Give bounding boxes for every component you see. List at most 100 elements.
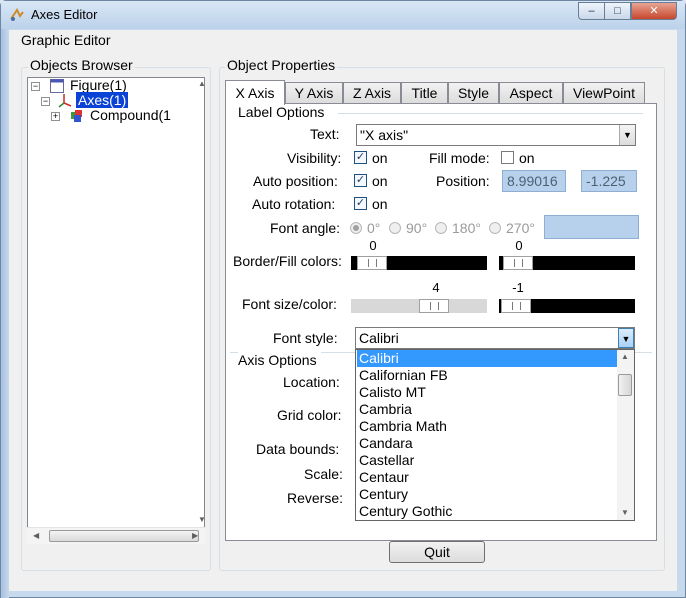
auto-position-on-label: on bbox=[372, 173, 388, 189]
font-option[interactable]: Centaur bbox=[357, 469, 617, 486]
angle-180-label: 180° bbox=[452, 220, 481, 236]
tree-item-compound[interactable]: Compound(1 bbox=[90, 107, 171, 123]
minimize-button[interactable]: – bbox=[578, 2, 605, 20]
tree-horizontal-scrollbar[interactable]: ◀ ▶ bbox=[27, 527, 205, 544]
label-options-separator bbox=[338, 113, 643, 114]
font-option[interactable]: Century Gothic bbox=[357, 503, 617, 520]
tree-item-axes[interactable]: Axes(1) bbox=[76, 92, 129, 108]
font-option[interactable]: Calibri bbox=[357, 350, 617, 367]
font-style-dropdown[interactable]: Calibri Californian FB Calisto MT Cambri… bbox=[355, 349, 635, 521]
fill-color-value: 0 bbox=[515, 238, 523, 253]
font-size-slider[interactable] bbox=[351, 299, 487, 313]
window-title: Axes Editor bbox=[31, 7, 98, 22]
fill-slider-thumb[interactable] bbox=[503, 256, 533, 270]
position-x-field[interactable]: 8.99016 bbox=[502, 170, 566, 192]
font-size-value: 4 bbox=[432, 280, 440, 295]
tab-style[interactable]: Style bbox=[448, 82, 499, 104]
axes-editor-window: Axes Editor – □ ✕ Graphic Editor Objects… bbox=[0, 0, 686, 598]
scilab-app-icon bbox=[10, 8, 24, 21]
text-label: Text: bbox=[310, 126, 340, 142]
tab-y-axis[interactable]: Y Axis bbox=[285, 82, 343, 104]
data-bounds-label: Data bounds: bbox=[256, 441, 340, 457]
object-properties-title: Object Properties bbox=[225, 57, 338, 73]
font-option[interactable]: Californian FB bbox=[357, 367, 617, 384]
chevron-down-icon[interactable]: ▼ bbox=[619, 125, 635, 145]
tree-item-figure[interactable]: Figure(1) bbox=[70, 77, 127, 93]
font-angle-field[interactable] bbox=[544, 215, 639, 239]
font-option[interactable]: Cambria bbox=[357, 401, 617, 418]
font-size-color-label: Font size/color: bbox=[242, 296, 337, 312]
fill-mode-on-label: on bbox=[519, 150, 535, 166]
tab-viewpoint[interactable]: ViewPoint bbox=[563, 82, 645, 104]
tree-vertical-scrollbar[interactable]: ▲ ▼ bbox=[198, 77, 206, 527]
angle-270-label: 270° bbox=[506, 220, 535, 236]
font-option[interactable]: Cambria Math bbox=[357, 418, 617, 435]
fill-mode-checkbox[interactable] bbox=[501, 151, 514, 164]
expander-figure[interactable]: − bbox=[31, 82, 40, 91]
dropdown-scroll-thumb[interactable] bbox=[618, 374, 632, 396]
scroll-right-arrow-icon[interactable]: ▶ bbox=[192, 531, 198, 540]
tab-aspect[interactable]: Aspect bbox=[499, 82, 563, 104]
font-option[interactable]: Candara bbox=[357, 435, 617, 452]
auto-rotation-label: Auto rotation: bbox=[252, 196, 336, 212]
grid-color-label: Grid color: bbox=[277, 407, 342, 423]
border-fill-label: Border/Fill colors: bbox=[233, 253, 342, 269]
location-label: Location: bbox=[283, 374, 340, 390]
compound-icon bbox=[71, 110, 82, 122]
tab-x-axis[interactable]: X Axis bbox=[225, 80, 285, 105]
label-options-title: Label Options bbox=[238, 104, 325, 120]
text-combo[interactable]: "X axis" ▼ bbox=[356, 124, 636, 146]
font-color-slider[interactable] bbox=[499, 299, 635, 313]
font-color-slider-thumb[interactable] bbox=[501, 299, 531, 313]
position-label: Position: bbox=[436, 173, 490, 189]
axes-icon bbox=[58, 94, 72, 108]
close-button[interactable]: ✕ bbox=[631, 2, 677, 20]
font-option[interactable]: Century bbox=[357, 486, 617, 503]
font-style-label: Font style: bbox=[273, 330, 338, 346]
auto-rotation-checkbox[interactable]: ✓ bbox=[354, 197, 367, 210]
font-style-combo[interactable]: Calibri ▼ bbox=[355, 327, 635, 349]
graphic-editor-menu[interactable]: Graphic Editor bbox=[21, 32, 110, 48]
expander-compound[interactable]: + bbox=[51, 112, 60, 121]
dropdown-scrollbar[interactable]: ▲ ▼ bbox=[617, 350, 634, 520]
axis-options-title: Axis Options bbox=[238, 352, 321, 368]
border-color-slider[interactable] bbox=[351, 256, 487, 270]
scroll-down-arrow-icon[interactable]: ▼ bbox=[621, 508, 629, 517]
font-color-value: -1 bbox=[512, 280, 524, 295]
expander-axes[interactable]: − bbox=[41, 97, 50, 106]
border-slider-thumb[interactable] bbox=[357, 256, 387, 270]
scroll-thumb[interactable] bbox=[49, 530, 199, 542]
position-y-field[interactable]: -1.225 bbox=[581, 170, 637, 192]
angle-90-radio[interactable] bbox=[389, 222, 401, 234]
auto-rotation-on-label: on bbox=[372, 196, 388, 212]
tab-z-axis[interactable]: Z Axis bbox=[343, 82, 401, 104]
font-option[interactable]: Castellar bbox=[357, 452, 617, 469]
visibility-label: Visibility: bbox=[287, 150, 342, 166]
chevron-down-icon[interactable]: ▼ bbox=[618, 328, 634, 348]
objects-tree[interactable]: − Figure(1) − Axes(1) + Compound(1 bbox=[27, 77, 205, 541]
title-bar[interactable]: Axes Editor – □ ✕ bbox=[1, 1, 685, 29]
visibility-checkbox[interactable]: ✓ bbox=[354, 151, 367, 164]
scroll-left-arrow-icon[interactable]: ◀ bbox=[33, 531, 39, 540]
scroll-up-arrow-icon[interactable]: ▲ bbox=[621, 352, 629, 361]
objects-browser-title: Objects Browser bbox=[28, 57, 135, 73]
window-frame-left bbox=[1, 29, 9, 598]
tab-title[interactable]: Title bbox=[401, 82, 448, 104]
angle-270-radio[interactable] bbox=[489, 222, 501, 234]
maximize-button[interactable]: □ bbox=[604, 2, 631, 20]
font-angle-label: Font angle: bbox=[270, 220, 341, 236]
scale-label: Scale: bbox=[304, 466, 343, 482]
font-style-combo-value: Calibri bbox=[359, 330, 399, 346]
fill-color-slider[interactable] bbox=[499, 256, 635, 270]
auto-position-label: Auto position: bbox=[253, 173, 338, 189]
scroll-up-arrow-icon[interactable]: ▲ bbox=[198, 79, 206, 88]
quit-button[interactable]: Quit bbox=[389, 541, 485, 563]
angle-180-radio[interactable] bbox=[435, 222, 447, 234]
auto-position-checkbox[interactable]: ✓ bbox=[354, 174, 367, 187]
font-option[interactable]: Calisto MT bbox=[357, 384, 617, 401]
font-size-slider-thumb[interactable] bbox=[419, 299, 449, 313]
border-color-value: 0 bbox=[369, 238, 377, 253]
reverse-label: Reverse: bbox=[287, 490, 344, 506]
angle-0-radio[interactable] bbox=[350, 222, 362, 234]
scroll-down-arrow-icon[interactable]: ▼ bbox=[198, 515, 206, 524]
